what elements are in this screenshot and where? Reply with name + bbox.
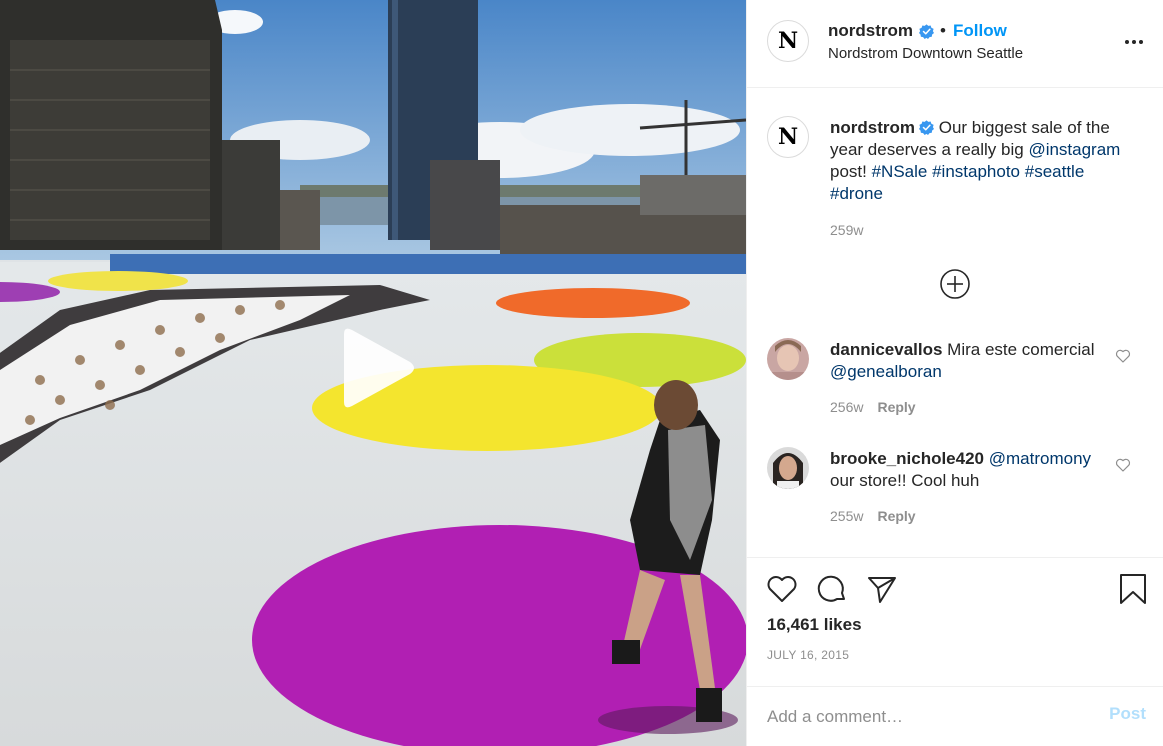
reply-button[interactable]: Reply <box>877 508 915 524</box>
verified-badge-icon <box>919 24 934 39</box>
follow-button[interactable]: Follow <box>953 21 1007 41</box>
comment-mention-link[interactable]: @matromony <box>989 449 1091 468</box>
comment-timestamp[interactable]: 255w <box>830 508 863 524</box>
comment-timestamp[interactable]: 256w <box>830 399 863 415</box>
heart-icon[interactable] <box>765 572 799 606</box>
bookmark-icon[interactable] <box>1116 572 1150 606</box>
comment-input[interactable] <box>767 702 1087 732</box>
comment-meta: 256w Reply <box>830 399 916 415</box>
post-comment-button[interactable]: Post <box>1109 704 1146 724</box>
commenter-username[interactable]: brooke_nichole420 <box>830 449 984 468</box>
separator-dot: • <box>940 21 946 40</box>
post-media[interactable] <box>0 0 746 746</box>
post-details-panel: N nordstrom • Follow Nordstrom Downtown … <box>746 0 1163 746</box>
play-button[interactable] <box>332 326 416 410</box>
hashtag-link[interactable]: #drone <box>830 184 883 203</box>
hashtag-link[interactable]: #instaphoto <box>932 162 1020 181</box>
load-more-comments-button[interactable] <box>939 268 971 300</box>
comment-item: dannicevallos Mira este comercial @genea… <box>747 338 1163 438</box>
heart-icon[interactable] <box>1115 457 1131 473</box>
paper-plane-icon[interactable] <box>865 572 899 606</box>
comment-body-after: our store!! Cool huh <box>830 471 980 490</box>
more-options-dot <box>1139 40 1143 44</box>
post-header: N nordstrom • Follow Nordstrom Downtown … <box>747 0 1163 88</box>
reply-button[interactable]: Reply <box>877 399 915 415</box>
commenter-avatar[interactable] <box>767 338 809 380</box>
add-comment-bar: Post <box>747 686 1163 746</box>
play-icon <box>344 328 414 408</box>
plus-circle-icon <box>940 269 970 299</box>
caption-timestamp[interactable]: 259w <box>830 222 863 238</box>
post-location[interactable]: Nordstrom Downtown Seattle <box>828 45 1023 62</box>
hashtag-link[interactable]: #seattle <box>1025 162 1085 181</box>
more-options-icon <box>1125 40 1129 44</box>
comment-body: Mira este comercial <box>942 340 1095 359</box>
caption-username[interactable]: nordstrom <box>830 118 915 137</box>
heart-icon[interactable] <box>1115 348 1131 364</box>
post-actions: 16,461 likes JULY 16, 2015 <box>747 557 1163 687</box>
caption-author-avatar[interactable]: N <box>767 116 809 158</box>
author-username[interactable]: nordstrom <box>828 21 913 41</box>
comment-bubble-icon[interactable] <box>815 572 849 606</box>
comment-item: brooke_nichole420 @matromony our store!!… <box>747 447 1163 547</box>
comment-meta: 255w Reply <box>830 508 916 524</box>
author-avatar[interactable]: N <box>767 20 809 62</box>
caption-text: nordstrom Our biggest sale of the year d… <box>830 117 1130 205</box>
more-options-dot <box>1132 40 1136 44</box>
comment-text: brooke_nichole420 @matromony our store!!… <box>830 448 1110 492</box>
more-options-button[interactable] <box>1122 32 1146 52</box>
verified-badge-icon <box>919 120 934 135</box>
commenter-username[interactable]: dannicevallos <box>830 340 942 359</box>
likes-count[interactable]: 16,461 likes <box>767 615 862 635</box>
avatar-image <box>767 338 809 380</box>
comment-text: dannicevallos Mira este comercial @genea… <box>830 339 1110 383</box>
post-date[interactable]: JULY 16, 2015 <box>767 648 849 662</box>
hashtag-link[interactable]: #NSale <box>872 162 928 181</box>
commenter-avatar[interactable] <box>767 447 809 489</box>
caption-body-2: post! <box>830 162 872 181</box>
avatar-image <box>767 447 809 489</box>
comment-mention-link[interactable]: @genealboran <box>830 362 942 381</box>
caption-mention-link[interactable]: @instagram <box>1028 140 1120 159</box>
